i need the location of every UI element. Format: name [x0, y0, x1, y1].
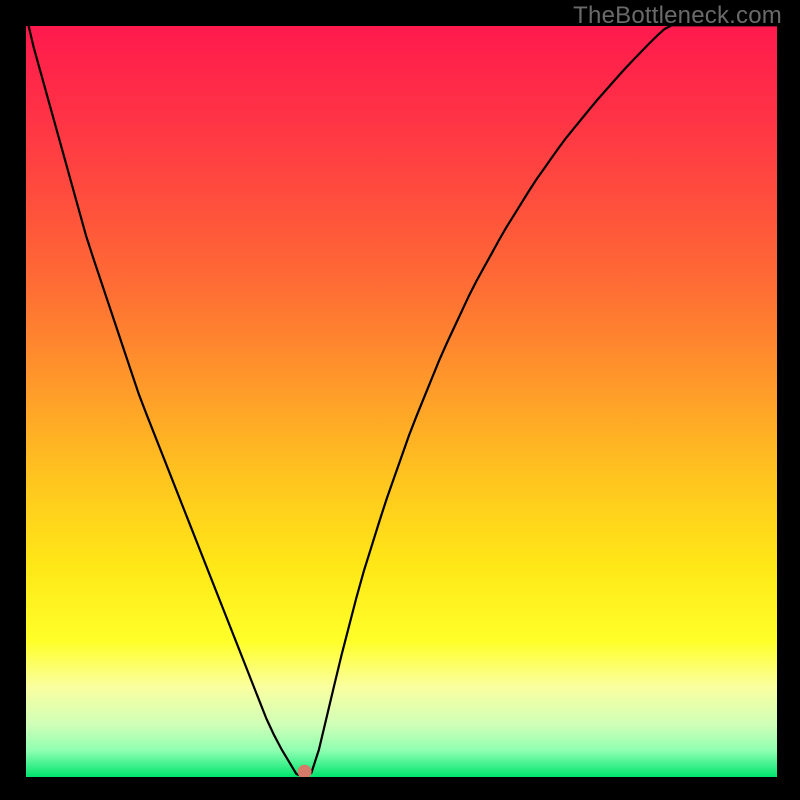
chart-svg	[26, 26, 777, 777]
gradient-background	[26, 26, 777, 777]
chart-frame: TheBottleneck.com	[0, 0, 800, 800]
plot-area	[26, 26, 777, 777]
